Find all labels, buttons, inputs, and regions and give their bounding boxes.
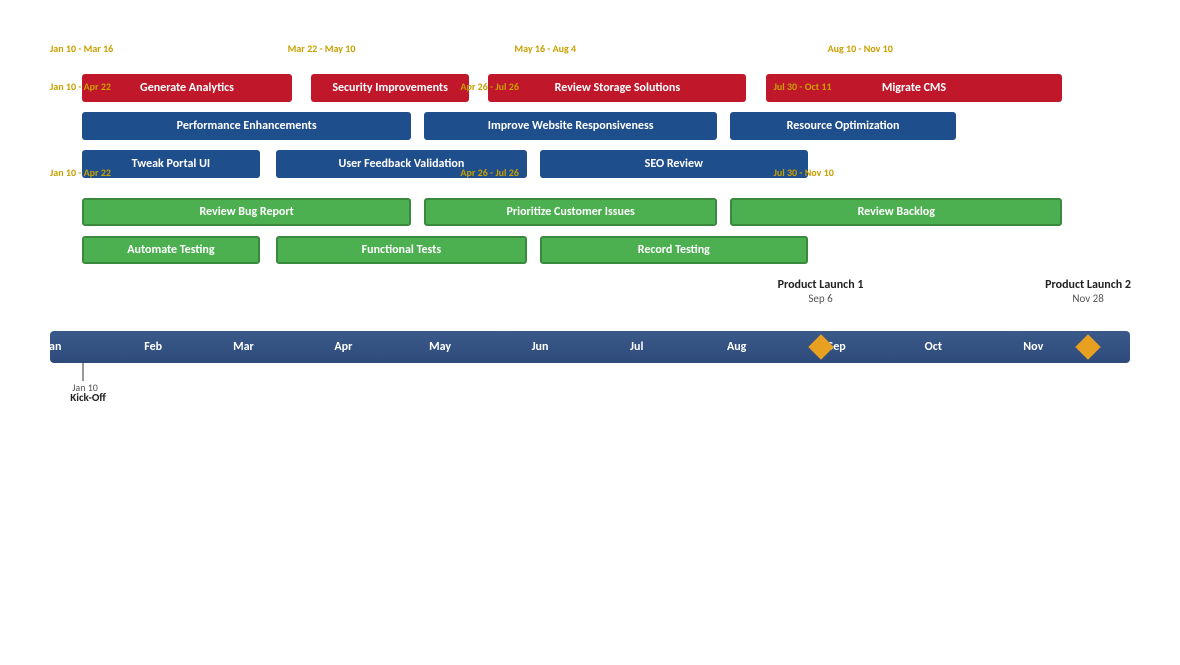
timeline-axis: JanFebMarAprMayJunJulAugSepOctNov — [50, 331, 1130, 363]
gantt-task-row: Jan 10 - Apr 22Apr 26 - Jul 26Jul 30 - N… — [50, 182, 1130, 218]
timeline-month-label: Aug — [727, 340, 746, 354]
gantt-task-row: Jan 10 - Mar 16Mar 22 - May 10May 16 - A… — [50, 58, 1130, 94]
date-label: Jul 30 - Nov 10 — [774, 166, 834, 179]
task-bar: Record Testing — [540, 236, 808, 264]
timeline-month-label: Apr — [334, 340, 352, 354]
date-label: Jan 10 - Apr 22 — [50, 166, 111, 179]
task-bar: Automate Testing — [82, 236, 259, 264]
task-bar: Functional Tests — [276, 236, 527, 264]
milestone-diamond — [1075, 334, 1100, 359]
timeline-month-label: Jan — [45, 340, 61, 354]
timeline-month-label: Oct — [925, 340, 942, 354]
date-label: Jul 30 - Oct 11 — [774, 80, 832, 93]
gantt-task-row: Jan 10 - Apr 22Apr 26 - Jul 26Jul 30 - O… — [50, 96, 1130, 132]
milestone-date: Nov 28 — [1045, 292, 1131, 305]
date-label: May 16 - Aug 4 — [514, 42, 576, 55]
gantt-task-row: Tweak Portal UIUser Feedback ValidationS… — [50, 134, 1130, 170]
kickoff-line — [82, 363, 84, 381]
task-bar: SEO Review — [540, 150, 808, 178]
milestone-diamond — [808, 334, 833, 359]
date-label: Aug 10 - Nov 10 — [828, 42, 893, 55]
date-label: Mar 22 - May 10 — [288, 42, 356, 55]
date-label: Jan 10 - Mar 16 — [50, 42, 113, 55]
milestone-label: Product Launch 1Sep 6 — [778, 278, 864, 305]
timeline-month-label: Feb — [144, 340, 162, 354]
milestone-date: Sep 6 — [778, 292, 864, 305]
timeline-month-label: May — [429, 340, 451, 354]
timeline-month-label: Mar — [233, 340, 254, 354]
date-label: Apr 26 - Jul 26 — [460, 80, 519, 93]
milestone-name: Product Launch 1 — [778, 278, 864, 292]
milestone-labels-row: Product Launch 1Sep 6 Product Launch 2Nov… — [50, 276, 1130, 331]
milestone-name: Product Launch 2 — [1045, 278, 1131, 292]
kickoff-container: Jan 10Kick-Off — [50, 363, 1130, 403]
timeline-month-label: Nov — [1023, 340, 1043, 354]
kickoff-label: Kick-Off — [70, 391, 106, 404]
gantt-task-row: Automate TestingFunctional TestsRecord T… — [50, 220, 1130, 256]
milestone-label: Product Launch 2Nov 28 — [1045, 278, 1131, 305]
timeline-month-label: Jun — [532, 340, 549, 354]
date-label: Apr 26 - Jul 26 — [460, 166, 519, 179]
timeline-month-label: Jul — [630, 340, 643, 354]
date-label: Jan 10 - Apr 22 — [50, 80, 111, 93]
